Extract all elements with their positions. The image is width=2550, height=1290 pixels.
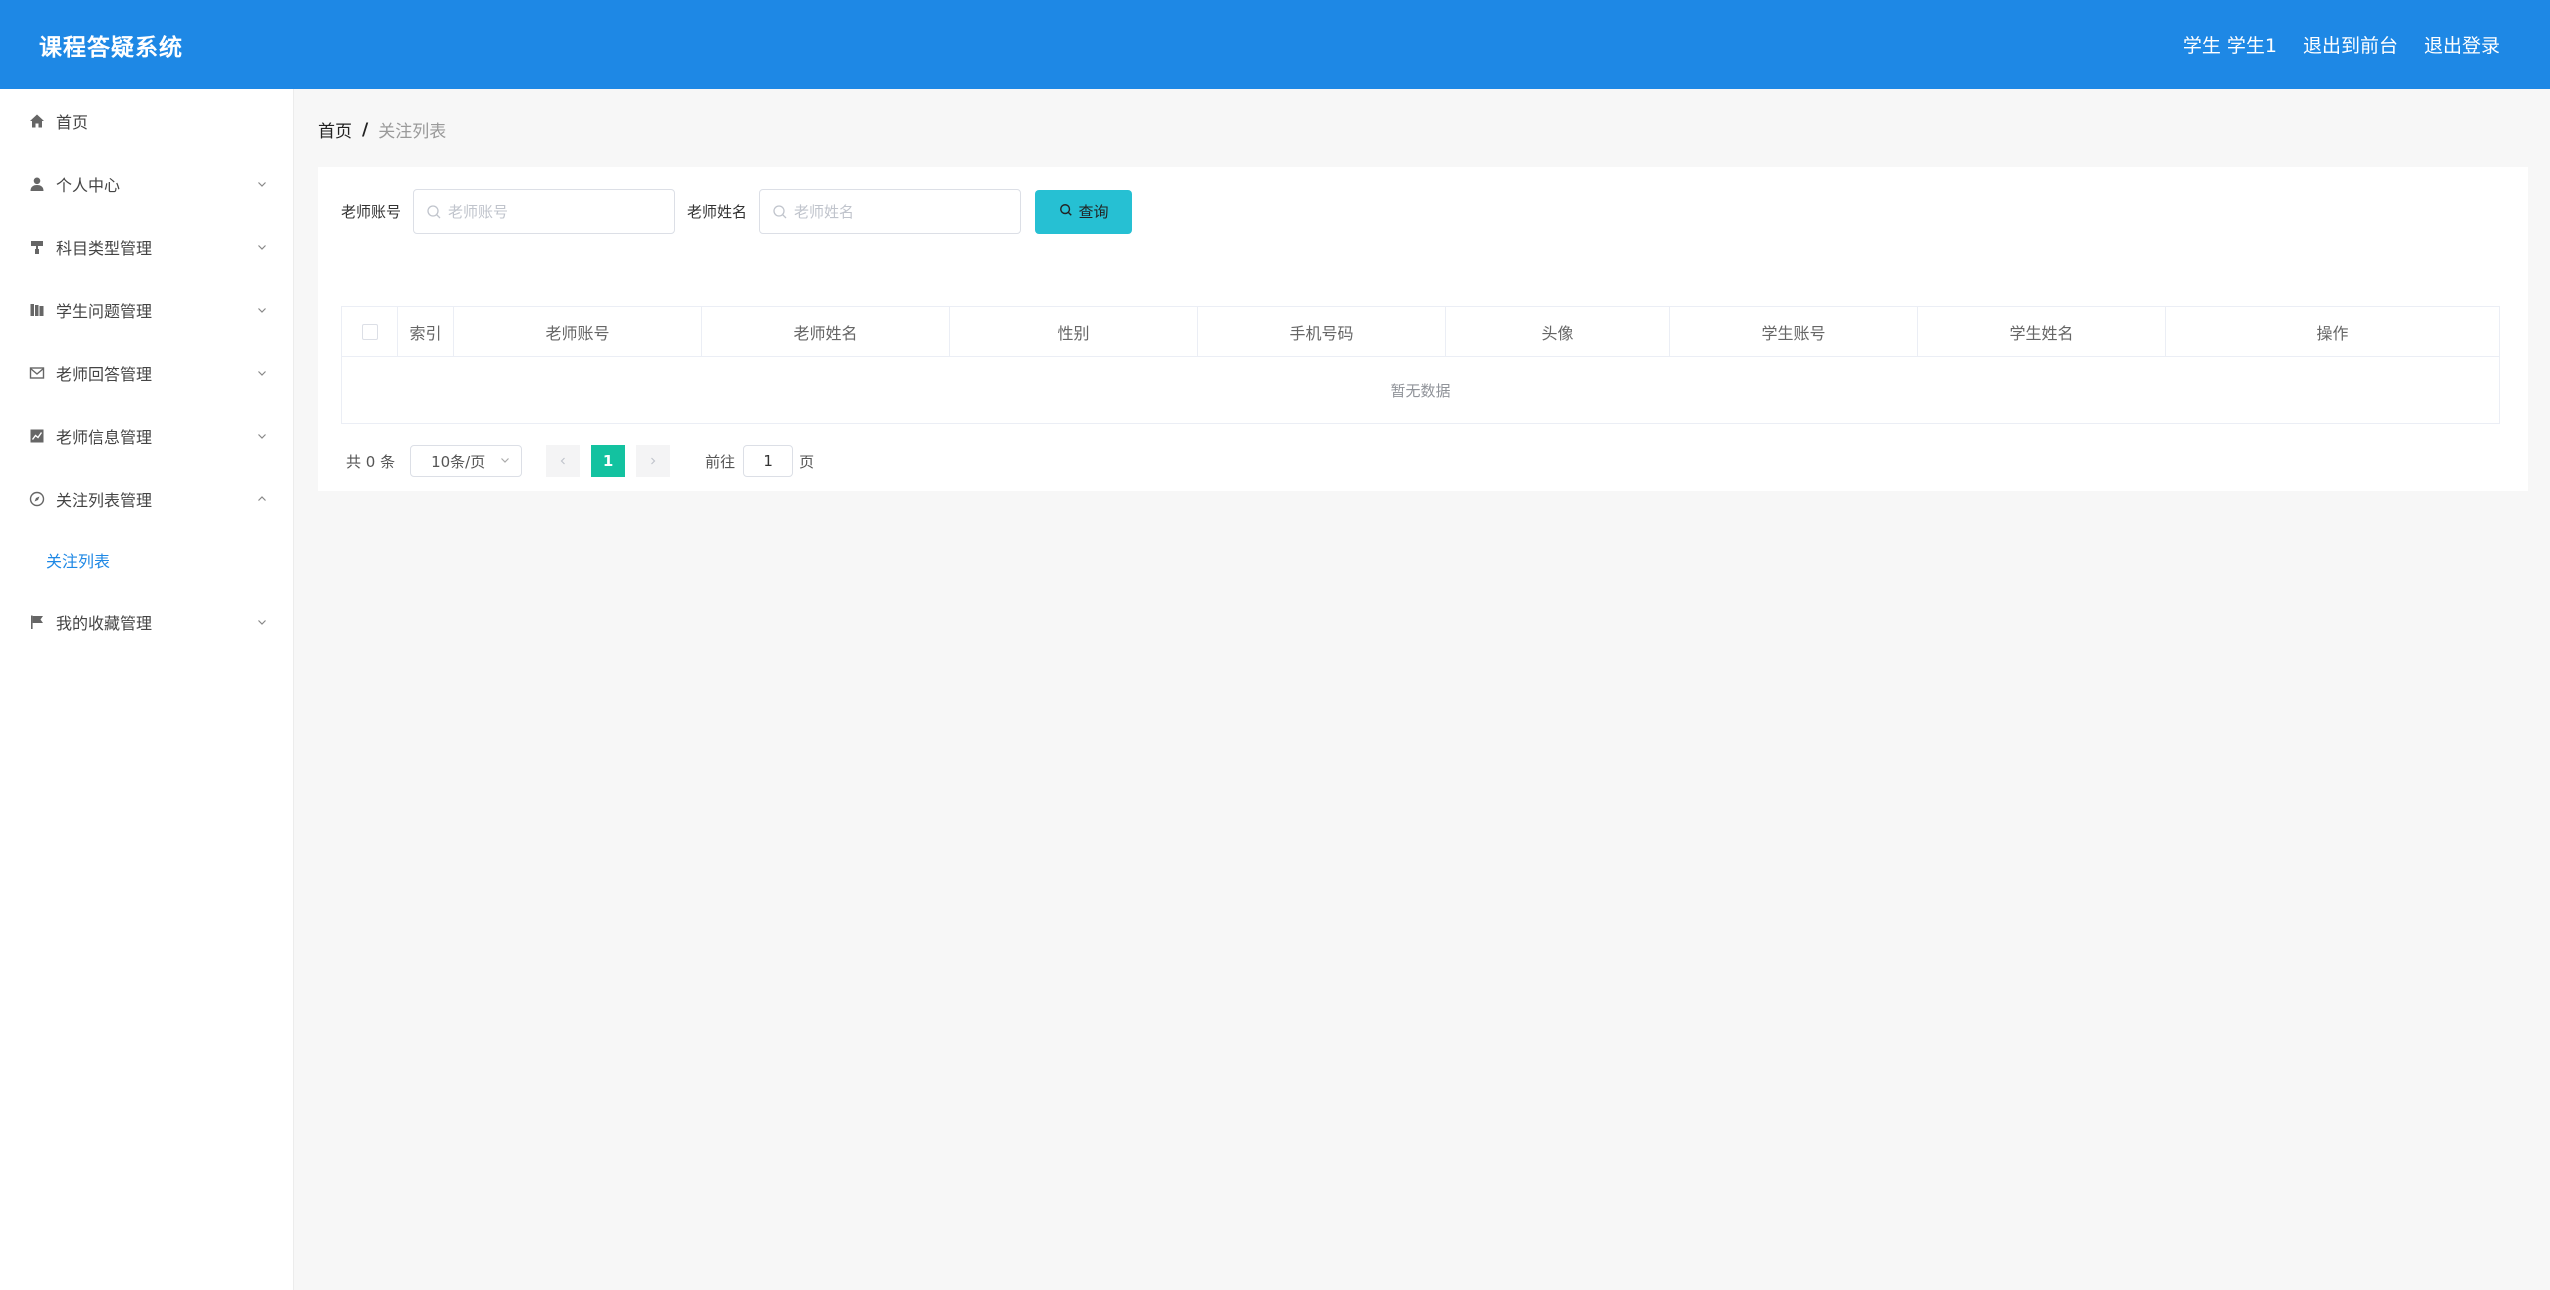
paint-roller-icon: [28, 238, 46, 256]
sidebar-item-label: 个人中心: [56, 175, 121, 195]
sidebar-item-label: 老师信息管理: [56, 427, 153, 447]
follow-list-table: 索引 老师账号 老师姓名 性别 手机号码 头像 学生账号 学生姓名 操作 暂无数…: [341, 306, 2500, 424]
sidebar-item-subject-type[interactable]: 科目类型管理: [0, 215, 293, 278]
sidebar-item-home[interactable]: 首页: [0, 89, 293, 152]
table-empty-text: 暂无数据: [1390, 381, 1451, 400]
next-page-button[interactable]: [636, 445, 671, 477]
teacher-name-field[interactable]: [759, 189, 1022, 234]
sidebar-item-label: 老师回答管理: [56, 364, 153, 384]
sidebar-item-follow-list-management[interactable]: 关注列表管理: [0, 467, 293, 530]
compass-icon: [28, 490, 46, 508]
breadcrumb: 首页 / 关注列表: [318, 117, 447, 143]
user-info: 学生 学生1: [2183, 31, 2277, 58]
column-header: 学生姓名: [1918, 307, 2166, 357]
table-header: 索引 老师账号 老师姓名 性别 手机号码 头像 学生账号 学生姓名 操作: [342, 307, 2499, 357]
chevron-down-icon: [255, 615, 269, 629]
page-number[interactable]: 1: [591, 445, 626, 477]
column-header: 头像: [1446, 307, 1670, 357]
chevron-down-icon: [255, 429, 269, 443]
teacher-account-input[interactable]: [448, 202, 669, 221]
sidebar: 首页 个人中心 科目类型管理 学生问题管理 老师回答管理 老师信息管理 关注列表…: [0, 89, 294, 1290]
prev-page-button[interactable]: [546, 445, 581, 477]
query-button[interactable]: 查询: [1035, 189, 1133, 234]
column-header: 老师账号: [454, 307, 702, 357]
main-content: 首页 / 关注列表 老师账号 老师姓名: [294, 89, 2550, 1290]
search-icon: [1059, 203, 1073, 221]
chevron-left-icon: [560, 457, 566, 465]
query-button-label: 查询: [1078, 204, 1109, 221]
goto-label: 前往: [705, 452, 736, 471]
sidebar-item-personal-center[interactable]: 个人中心: [0, 152, 293, 215]
breadcrumb-home[interactable]: 首页: [318, 117, 352, 142]
page-size-value: 10条/页: [431, 452, 486, 471]
page-unit-label: 页: [799, 452, 815, 471]
chevron-down-icon: [255, 303, 269, 317]
mail-icon: [28, 364, 46, 382]
sidebar-item-label: 我的收藏管理: [56, 613, 153, 633]
chevron-down-icon: [255, 366, 269, 380]
content-card: 老师账号 老师姓名 查询: [318, 167, 2528, 491]
search-icon: [426, 204, 442, 220]
home-icon: [28, 112, 46, 130]
chevron-right-icon: [651, 457, 656, 465]
teacher-name-input[interactable]: [794, 202, 1015, 221]
column-header: 手机号码: [1198, 307, 1446, 357]
flag-icon: [28, 613, 46, 631]
top-header: 课程答疑系统 学生 学生1 退出到前台 退出登录: [0, 0, 2550, 89]
goto-page-input[interactable]: [743, 445, 794, 477]
chevron-down-icon: [499, 452, 511, 470]
user-role: 学生: [2182, 35, 2221, 57]
teacher-name-label: 老师姓名: [687, 203, 748, 221]
sidebar-item-my-favorites[interactable]: 我的收藏管理: [0, 590, 293, 653]
teacher-account-field[interactable]: [413, 189, 676, 234]
header-actions: 学生 学生1 退出到前台 退出登录: [2183, 31, 2500, 58]
sidebar-item-label: 学生问题管理: [56, 301, 153, 321]
chart-icon: [28, 427, 46, 445]
logout-link[interactable]: 退出登录: [2424, 31, 2500, 58]
column-header: 性别: [950, 307, 1198, 357]
back-to-frontend-link[interactable]: 退出到前台: [2303, 31, 2398, 58]
search-filter-bar: 老师账号 老师姓名 查询: [341, 189, 1133, 234]
teacher-account-label: 老师账号: [341, 203, 402, 221]
breadcrumb-current: 关注列表: [378, 122, 447, 142]
chevron-down-icon: [255, 177, 269, 191]
chevron-down-icon: [255, 240, 269, 254]
select-all-checkbox[interactable]: [361, 324, 378, 340]
sidebar-item-student-questions[interactable]: 学生问题管理: [0, 278, 293, 341]
select-all-cell: [342, 307, 398, 357]
pagination: 共 0 条 10条/页 1 前往 页: [346, 445, 814, 477]
column-header: 老师姓名: [702, 307, 950, 357]
sidebar-subitem-follow-list[interactable]: 关注列表: [0, 530, 293, 590]
chevron-up-icon: [255, 492, 269, 506]
breadcrumb-separator: /: [362, 119, 369, 140]
sidebar-item-label: 科目类型管理: [56, 238, 153, 258]
user-name: 学生1: [2226, 35, 2277, 57]
column-header: 学生账号: [1670, 307, 1918, 357]
sidebar-item-teacher-answers[interactable]: 老师回答管理: [0, 341, 293, 404]
sidebar-item-label: 关注列表管理: [56, 490, 153, 510]
column-header: 索引: [398, 307, 454, 357]
page-size-select[interactable]: 10条/页: [410, 445, 523, 477]
user-icon: [28, 175, 46, 193]
app-title: 课程答疑系统: [39, 34, 183, 61]
sidebar-item-label: 首页: [56, 112, 89, 132]
books-icon: [28, 301, 46, 319]
sidebar-item-teacher-info[interactable]: 老师信息管理: [0, 404, 293, 467]
search-icon: [772, 204, 788, 220]
pagination-total: 共 0 条: [346, 452, 396, 471]
column-header: 操作: [2316, 324, 2349, 343]
